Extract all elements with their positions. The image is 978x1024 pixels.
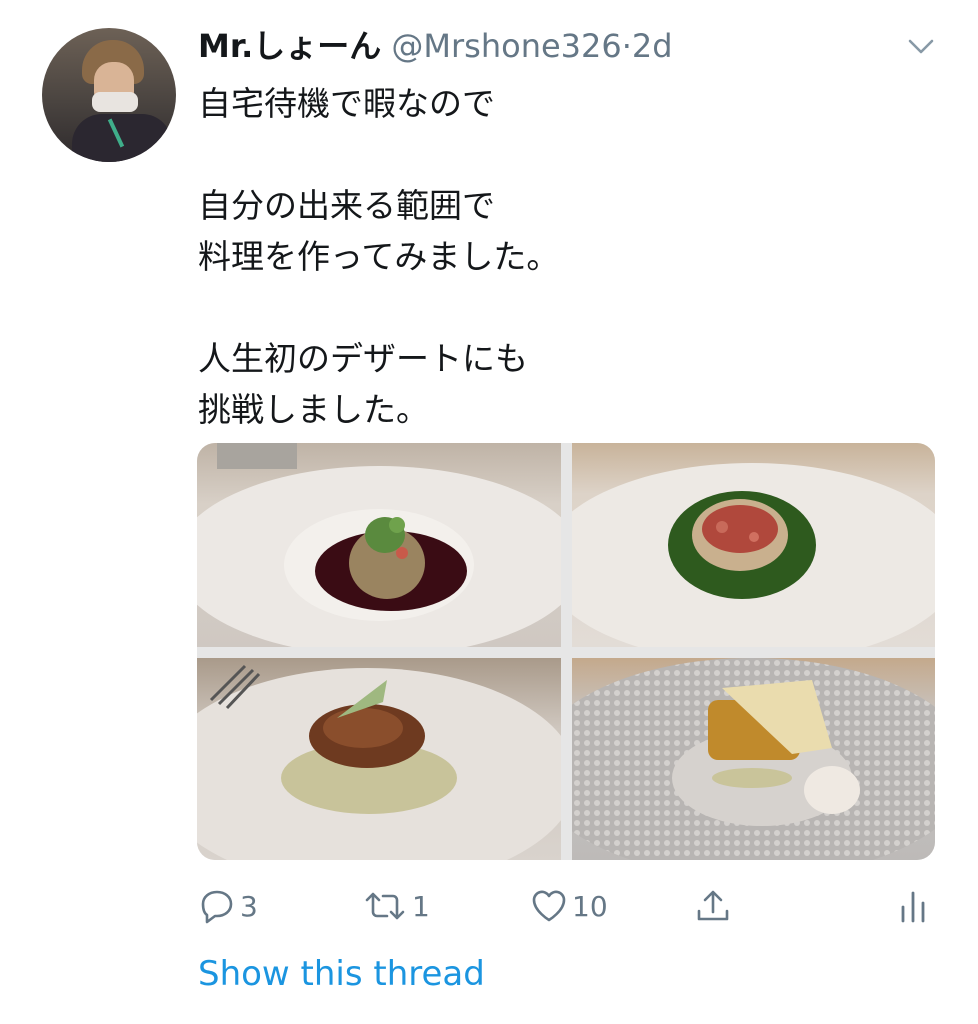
retweet-button[interactable]: 1 — [362, 876, 430, 936]
tweet-text-line: 人生初のデザートにも — [198, 339, 528, 378]
media-grid — [197, 443, 935, 860]
tweet-actions: 3 1 10 — [0, 876, 978, 936]
meat-dish-photo[interactable] — [197, 658, 561, 860]
tweet-text-line: 自分の出来る範囲で — [198, 186, 495, 225]
show-thread-link[interactable]: Show this thread — [198, 950, 485, 998]
tweet-text: 自宅待機で暇なので 自分の出来る範囲で 料理を作ってみました。 人生初のデザート… — [198, 78, 938, 435]
tweet-header: Mr.しょーん @Mrshone326·2d — [198, 24, 673, 68]
avatar-mask — [92, 92, 138, 112]
share-icon — [697, 890, 729, 921]
author-handle[interactable]: @Mrshone326 — [391, 27, 621, 65]
tweet-timestamp[interactable]: 2d — [632, 27, 673, 65]
tweet-text-line — [198, 282, 938, 333]
tweet-text-line — [198, 129, 938, 180]
analytics-button[interactable] — [894, 876, 932, 936]
risotto-dish-photo[interactable] — [572, 443, 935, 647]
heart-icon — [532, 890, 566, 922]
analytics-icon — [901, 891, 925, 923]
reply-count: 3 — [240, 889, 258, 923]
separator-dot: · — [621, 27, 632, 65]
retweet-icon — [365, 892, 405, 920]
retweet-count: 1 — [412, 889, 430, 923]
tweet-text-line: 挑戦しました。 — [198, 390, 429, 429]
reply-icon — [201, 890, 233, 924]
tweet-text-line: 料理を作ってみました。 — [198, 237, 560, 276]
pasta-dish-photo[interactable] — [197, 443, 561, 647]
like-button[interactable]: 10 — [530, 876, 608, 936]
chevron-down-icon[interactable] — [904, 32, 938, 60]
like-count: 10 — [572, 889, 608, 923]
avatar[interactable] — [42, 28, 176, 162]
author-name[interactable]: Mr.しょーん — [198, 27, 381, 65]
avatar-shirt — [72, 114, 172, 162]
share-button[interactable] — [694, 876, 732, 936]
tweet-text-line: 自宅待機で暇なので — [198, 84, 495, 123]
reply-button[interactable]: 3 — [198, 876, 258, 936]
dessert-dish-photo[interactable] — [572, 658, 935, 860]
